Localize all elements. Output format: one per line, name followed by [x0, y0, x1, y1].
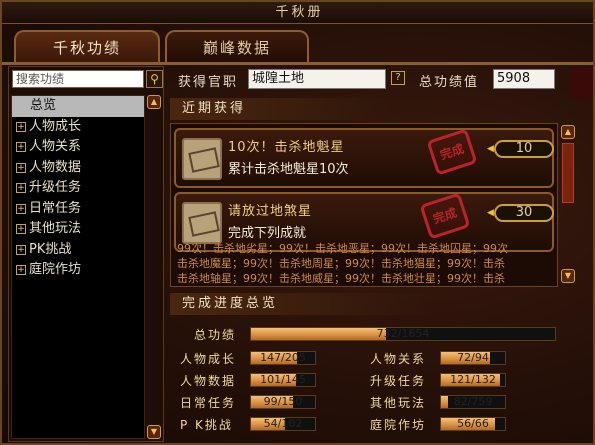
progress-label: 升级任务: [370, 374, 427, 388]
scroll-down-icon[interactable]: ▼: [147, 425, 161, 439]
progress-value: 101/145: [260, 373, 306, 386]
expand-icon[interactable]: +: [16, 121, 26, 132]
search-icon[interactable]: ⚲: [146, 70, 163, 88]
tree-item-label: 总览: [30, 98, 57, 113]
official-label: 获得官职: [178, 75, 239, 90]
progress-value: 147/205: [260, 351, 306, 364]
points-badge: 10: [487, 140, 554, 158]
tree-item[interactable]: + 升级任务: [12, 178, 144, 199]
progress-header: 完成进度总览: [170, 293, 430, 315]
tree-item[interactable]: + 其他玩法: [12, 219, 144, 240]
tree-item[interactable]: + 人物关系: [12, 137, 144, 158]
progress-overview: 总功绩 732/1654 人物成长 147/205 人物关系 72/94 人物数据 101/1…: [170, 318, 560, 442]
scroll-up-icon[interactable]: ▲: [561, 125, 575, 139]
expand-icon[interactable]: +: [16, 142, 26, 152]
scroll-icon: [182, 202, 222, 244]
progress-label: 日常任务: [180, 396, 237, 410]
progress-label: 人物关系: [370, 352, 427, 366]
expand-icon[interactable]: +: [16, 224, 26, 234]
tree-item-label: PK挑战: [29, 241, 72, 257]
progress-label: 人物数据: [180, 374, 237, 388]
tree-item[interactable]: 总览: [12, 96, 144, 117]
card-title: 10次！击杀地魁星: [228, 140, 345, 155]
tree-item-label: 其他玩法: [29, 221, 82, 236]
expand-icon[interactable]: +: [16, 203, 26, 214]
search-input[interactable]: 搜索功绩: [12, 70, 144, 88]
progress-value: 99/150: [263, 395, 303, 408]
tree-item[interactable]: + 庭院作坊: [12, 260, 144, 281]
tree-item-label: 日常任务: [29, 200, 82, 216]
total-score-value: 5908: [493, 69, 555, 89]
progress-bar: 56/66: [440, 417, 506, 431]
achievement-window: 千秋册 千秋功绩 巅峰数据 搜索功绩 ⚲ 总览 + 人物成长 + 人物关系 + 人物数据 + 升…: [0, 0, 595, 445]
sub-achievement-line: 99次！击杀地劣星；99次！击杀地恶星；99次！击杀地囚星；99次: [177, 242, 508, 255]
tab-achievements[interactable]: 千秋功绩: [14, 30, 160, 64]
progress-bar: 147/205: [250, 351, 316, 365]
tab-divider: [2, 62, 593, 65]
expand-icon[interactable]: +: [16, 244, 26, 255]
card-title: 请放过地煞星: [228, 204, 313, 219]
recent-list: 10次！击杀地魁星 累计击杀地魁星10次 完成 10 请放过地煞星 完成下列成就…: [170, 123, 558, 287]
tree-scrollbar[interactable]: ▲ ▼: [147, 95, 162, 439]
expand-icon[interactable]: +: [16, 162, 26, 173]
progress-value: 54/102: [263, 417, 303, 430]
tree-item[interactable]: + 人物数据: [12, 158, 144, 179]
category-panel: 搜索功绩 ⚲ 总览 + 人物成长 + 人物关系 + 人物数据 + 升级任务 + 日常任务 + 其他玩法 +…: [8, 66, 164, 442]
progress-value: 72/94: [457, 351, 489, 364]
tree-item-label: 升级任务: [29, 180, 82, 195]
tree-item[interactable]: + 人物成长: [12, 117, 144, 138]
total-score-label: 总功绩值: [419, 75, 480, 90]
progress-label: 总功绩: [194, 328, 237, 342]
progress-value: 732/1654: [376, 327, 430, 340]
scroll-down-icon[interactable]: ▼: [561, 269, 575, 283]
official-value: 城隍土地: [248, 69, 386, 89]
recent-scrollbar[interactable]: ▲ ▼: [560, 123, 576, 287]
progress-bar: 82/759: [440, 395, 506, 409]
progress-bar: 121/132: [440, 373, 506, 387]
sub-achievement-line: 击杀地轴星；99次！击杀地威星；99次！击杀地壮星；99次！击杀: [177, 272, 505, 285]
progress-value: 56/66: [457, 417, 489, 430]
tree-item-label: 人物成长: [29, 118, 82, 134]
sub-achievement-line: 击杀地魔星；99次！击杀地周星；99次！击杀地猖星；99次！击杀: [177, 257, 505, 270]
tree-item[interactable]: + PK挑战: [12, 240, 144, 261]
recent-header: 近期获得: [170, 98, 390, 120]
tab-peak-data[interactable]: 巅峰数据: [165, 30, 309, 62]
progress-value: 82/759: [453, 395, 493, 408]
progress-bar: 99/150: [250, 395, 316, 409]
card-desc: 完成下列成就: [228, 226, 307, 241]
progress-label: P K挑战: [180, 418, 233, 432]
progress-label: 其他玩法: [370, 396, 427, 410]
achievement-card[interactable]: 10次！击杀地魁星 累计击杀地魁星10次 完成 10: [174, 128, 554, 188]
points-badge: 30: [487, 204, 554, 222]
tree-item[interactable]: + 日常任务: [12, 199, 144, 220]
expand-icon[interactable]: +: [16, 183, 26, 193]
corner-ornament: [570, 68, 593, 98]
progress-value: 121/132: [450, 373, 496, 386]
scroll-thumb[interactable]: [562, 143, 574, 203]
help-icon[interactable]: ?: [391, 71, 405, 85]
scroll-icon: [182, 138, 222, 180]
tree-item-label: 庭院作坊: [29, 262, 82, 277]
completed-stamp-icon: 完成: [426, 128, 478, 176]
window-title: 千秋册: [2, 2, 593, 24]
tree-item-label: 人物数据: [29, 159, 82, 175]
expand-icon[interactable]: +: [16, 265, 26, 275]
scroll-up-icon[interactable]: ▲: [147, 95, 161, 109]
completed-stamp-icon: 完成: [419, 192, 471, 240]
progress-bar: 101/145: [250, 373, 316, 387]
progress-label: 庭院作坊: [370, 418, 427, 432]
progress-bar: 54/102: [250, 417, 316, 431]
card-desc: 累计击杀地魁星10次: [228, 162, 349, 177]
progress-bar: 732/1654: [250, 327, 556, 341]
progress-label: 人物成长: [180, 352, 237, 366]
tree-item-label: 人物关系: [29, 139, 82, 154]
progress-bar: 72/94: [440, 351, 506, 365]
category-tree: 总览 + 人物成长 + 人物关系 + 人物数据 + 升级任务 + 日常任务 + 其他玩法 + PK挑战 + 庭院…: [11, 95, 145, 439]
